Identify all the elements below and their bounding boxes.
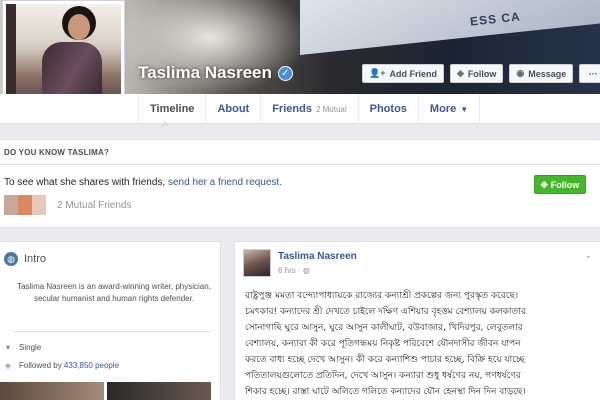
message-label: Message bbox=[528, 68, 567, 79]
messenger-icon: ◉ bbox=[516, 68, 525, 78]
follow-green-label: Follow bbox=[550, 179, 580, 190]
post-text-line: করতে বাধ্য হচ্ছে দেখে আসুন। কী করে কন্যা… bbox=[245, 355, 525, 365]
tab-photos-label: Photos bbox=[369, 103, 407, 115]
rss-icon: ◈ bbox=[540, 179, 548, 189]
tab-timeline[interactable]: Timeline bbox=[138, 94, 207, 124]
post-text-line: শিকার হচ্ছে। রাস্তা ঘাটে অলিতে গলিতে কন্… bbox=[245, 387, 526, 397]
cover-actions: 👤+ Add Friend ◈ Follow ◉ Message ··· bbox=[362, 64, 600, 83]
tab-friends-mutual: 2 Mutual bbox=[315, 104, 347, 114]
more-actions-button[interactable]: ··· bbox=[579, 64, 600, 83]
photo-thumbnail[interactable] bbox=[0, 382, 104, 400]
post-author-avatar[interactable] bbox=[243, 249, 271, 277]
photo-strip bbox=[0, 382, 211, 400]
followers-row: ◈ Followed by 433,850 people bbox=[4, 361, 119, 370]
prompt-text: To see what she shares with friends, bbox=[4, 177, 168, 188]
send-friend-request-link[interactable]: send her a friend request. bbox=[168, 177, 282, 188]
cover-banner bbox=[300, 0, 600, 56]
mutual-friend-avatar[interactable] bbox=[32, 195, 46, 215]
profile-name-row: Taslima Nasreen ✓ bbox=[138, 63, 293, 83]
post-body: রাষ্ট্রপুঞ্জ মমতা বন্দ্যোপাধ্যায়কে রাজ্… bbox=[245, 288, 600, 400]
post-text-line: পতিতালয়গুলোতে প্রতিদিন, দেখে আসুন। কন্য… bbox=[245, 371, 521, 381]
post-text-line: চমৎকার! কন্যাদের শ্রী দেখতে চাইলে দক্ষিণ… bbox=[245, 307, 526, 317]
divider bbox=[0, 164, 600, 165]
post-text-line: বেশ্যালয়, কন্যারা কী করে পূতিগন্ধময় নি… bbox=[245, 339, 521, 349]
tab-friends-label: Friends bbox=[272, 103, 312, 115]
post-text-line: সোনাগাছি ঘুরে আসুন, ঘুরে আসুন কালীঘাট, ব… bbox=[245, 323, 523, 333]
globe-icon: ◍ bbox=[302, 266, 310, 275]
add-friend-label: Add Friend bbox=[389, 68, 437, 79]
tab-more-label: More bbox=[429, 103, 457, 115]
profile-name[interactable]: Taslima Nasreen bbox=[138, 63, 272, 83]
message-button[interactable]: ◉ Message bbox=[509, 64, 574, 83]
do-you-know-title: DO YOU KNOW TASLIMA? bbox=[4, 148, 110, 157]
post-text-line: রাষ্ট্রপুঞ্জ মমতা বন্দ্যোপাধ্যায়কে রাজ্… bbox=[245, 291, 519, 301]
follow-green-button[interactable]: ◈ Follow bbox=[534, 175, 586, 194]
post-timestamp[interactable]: 6 hrs · ◍ bbox=[278, 266, 310, 275]
picture-face bbox=[68, 14, 90, 40]
add-friend-icon: 👤+ bbox=[369, 68, 386, 78]
heart-icon: ♥ bbox=[5, 343, 11, 352]
tab-about-label: About bbox=[217, 103, 250, 115]
follow-label: Follow bbox=[467, 68, 497, 79]
tab-about[interactable]: About bbox=[206, 94, 262, 124]
tab-friends[interactable]: Friends 2 Mutual bbox=[261, 94, 359, 124]
intro-card: ◍ Intro bbox=[0, 241, 221, 400]
tab-more[interactable]: More ▼ bbox=[419, 94, 481, 124]
chevron-down-icon[interactable]: ⌄ bbox=[585, 251, 592, 260]
mutual-friend-avatar[interactable] bbox=[18, 195, 32, 215]
mutual-friends-count[interactable]: 2 Mutual Friends bbox=[57, 200, 131, 211]
followed-by-text: Followed by bbox=[19, 361, 64, 370]
intro-title: Intro bbox=[24, 253, 47, 265]
follow-button[interactable]: ◈ Follow bbox=[449, 64, 504, 83]
post-time-text: 6 hrs · bbox=[278, 266, 301, 275]
photo-thumbnail[interactable] bbox=[107, 382, 211, 400]
relationship-status: ♥ Single bbox=[4, 343, 42, 352]
caret-down-icon: ▼ bbox=[460, 104, 469, 114]
intro-bio: Taslima Nasreen is an award-winning writ… bbox=[17, 282, 211, 303]
rss-icon: ◈ bbox=[456, 68, 464, 78]
verified-check-icon: ✓ bbox=[277, 65, 293, 81]
profile-nav: Timeline About Friends 2 Mutual Photos Mo… bbox=[0, 94, 600, 124]
rss-icon: ◈ bbox=[4, 361, 12, 370]
more-dots-icon: ··· bbox=[588, 68, 598, 79]
mutual-friends-thumbnails[interactable] bbox=[4, 195, 46, 215]
active-tab-pointer bbox=[160, 121, 170, 126]
friend-request-prompt: To see what she shares with friends, sen… bbox=[4, 177, 282, 188]
mutual-friend-avatar[interactable] bbox=[4, 195, 18, 215]
do-you-know-box: DO YOU KNOW TASLIMA? To see what she sha… bbox=[0, 139, 600, 228]
globe-icon: ◍ bbox=[4, 252, 18, 266]
divider bbox=[12, 331, 212, 332]
tab-photos[interactable]: Photos bbox=[359, 94, 419, 124]
followers-count-link[interactable]: 433,850 people bbox=[64, 361, 119, 370]
post-author-name[interactable]: Taslima Nasreen bbox=[278, 251, 357, 262]
tab-timeline-label: Timeline bbox=[150, 103, 195, 115]
relationship-status-text: Single bbox=[19, 343, 42, 352]
add-friend-button[interactable]: 👤+ Add Friend bbox=[362, 64, 444, 83]
